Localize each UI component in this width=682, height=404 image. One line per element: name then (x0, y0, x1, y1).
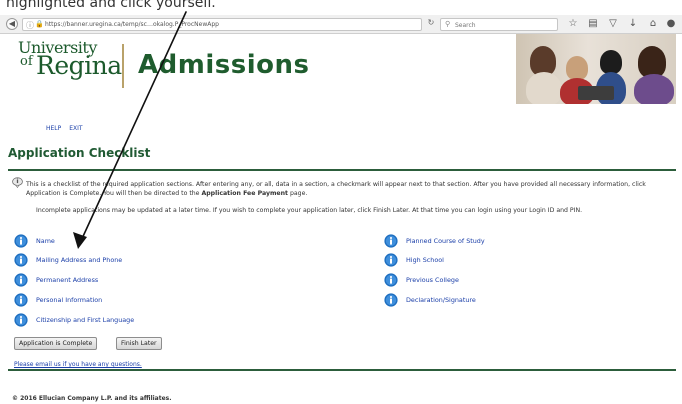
search-input[interactable] (455, 20, 555, 30)
info-circle-icon (14, 234, 28, 248)
arrow-head (73, 232, 87, 249)
clipboard-icon[interactable]: ▤ (586, 17, 600, 31)
top-caption-text: highlighted and click yourself. (6, 0, 216, 11)
info-text-part1: This is a checklist of the required appl… (26, 181, 646, 197)
browser-toolbar: ◀ ⓘ 🔒 https://banner.uregina.ca/temp/sc…… (0, 15, 682, 34)
section-item-high-school[interactable]: High School (384, 253, 444, 267)
header-photo (516, 34, 676, 104)
university-logo[interactable]: University of Regina (18, 38, 128, 104)
site-title: Admissions (138, 50, 310, 80)
section-item-previous-college[interactable]: Previous College (384, 273, 459, 287)
reload-icon[interactable]: ↻ (424, 18, 438, 31)
url-bar[interactable]: ⓘ 🔒 https://banner.uregina.ca/temp/sc…ok… (22, 18, 422, 31)
back-button[interactable]: ◀ (6, 18, 18, 30)
info-circle-icon (384, 253, 398, 267)
search-icon: ⚲ (445, 20, 451, 28)
photo-person-3 (600, 50, 622, 74)
info-circle-icon[interactable]: ⓘ (26, 20, 34, 31)
help-link[interactable]: HELP (46, 125, 61, 132)
section-item-planned-course[interactable]: Planned Course of Study (384, 234, 485, 248)
copyright-text: © 2016 Ellucian Company L.P. and its aff… (12, 395, 172, 402)
page-title: Application Checklist (8, 146, 151, 160)
section-link-name[interactable]: Name (36, 237, 55, 245)
info-circle-icon (14, 273, 28, 287)
section-item-citizenship[interactable]: Citizenship and First Language (14, 313, 134, 327)
photo-person-1-body (526, 72, 562, 104)
section-link-planned-course[interactable]: Planned Course of Study (406, 237, 485, 245)
info-paragraph-2: Incomplete applications may be updated a… (36, 207, 583, 214)
bookmark-star-icon[interactable]: ☆ (566, 17, 580, 31)
photo-laptop (578, 86, 614, 100)
header-links: HELP EXIT (46, 125, 89, 132)
arrow-left-icon: ◀ (8, 19, 16, 28)
info-circle-icon (14, 253, 28, 267)
photo-person-4-body (634, 74, 674, 104)
exit-link[interactable]: EXIT (69, 125, 82, 132)
info-circle-icon (14, 313, 28, 327)
download-icon[interactable]: ↓ (626, 17, 640, 31)
section-link-citizenship[interactable]: Citizenship and First Language (36, 316, 134, 324)
logo-text-regina: Regina (36, 51, 122, 80)
home-icon[interactable]: ⌂ (646, 17, 660, 31)
section-link-high-school[interactable]: High School (406, 256, 444, 264)
pocket-icon[interactable]: ▽ (606, 17, 620, 31)
chat-icon[interactable]: ● (664, 17, 678, 31)
section-link-permanent-address[interactable]: Permanent Address (36, 276, 98, 284)
application-complete-button[interactable]: Application is Complete (14, 337, 98, 350)
info-circle-icon (384, 234, 398, 248)
footer-divider (8, 369, 676, 371)
info-circle-icon (14, 293, 28, 307)
search-box[interactable]: ⚲ (440, 18, 558, 31)
heading-divider (8, 169, 676, 171)
email-us-link[interactable]: Please email us if you have any question… (14, 361, 142, 368)
top-caption: highlighted and click yourself. (0, 0, 682, 15)
info-text-part2: page. (288, 190, 308, 197)
info-paragraph: This is a checklist of the required appl… (26, 180, 676, 198)
section-link-personal-information[interactable]: Personal Information (36, 296, 102, 304)
photo-person-2 (566, 56, 588, 80)
info-balloon-icon (12, 177, 23, 188)
section-item-permanent-address[interactable]: Permanent Address (14, 273, 98, 287)
info-circle-icon (384, 293, 398, 307)
section-item-personal-information[interactable]: Personal Information (14, 293, 102, 307)
section-link-declaration[interactable]: Declaration/Signature (406, 296, 476, 304)
logo-divider (122, 44, 124, 88)
info-circle-icon (384, 273, 398, 287)
url-text[interactable]: https://banner.uregina.ca/temp/sc…okalog… (45, 21, 219, 28)
section-item-declaration[interactable]: Declaration/Signature (384, 293, 476, 307)
section-item-mailing-address[interactable]: Mailing Address and Phone (14, 253, 122, 267)
section-link-previous-college[interactable]: Previous College (406, 276, 459, 284)
logo-text-of: of (20, 54, 33, 69)
section-link-mailing-address[interactable]: Mailing Address and Phone (36, 256, 122, 264)
info-text-bold: Application Fee Payment (201, 190, 288, 197)
finish-later-button[interactable]: Finish Later (116, 337, 162, 350)
lock-icon: 🔒 (35, 20, 44, 28)
section-item-name[interactable]: Name (14, 234, 55, 248)
